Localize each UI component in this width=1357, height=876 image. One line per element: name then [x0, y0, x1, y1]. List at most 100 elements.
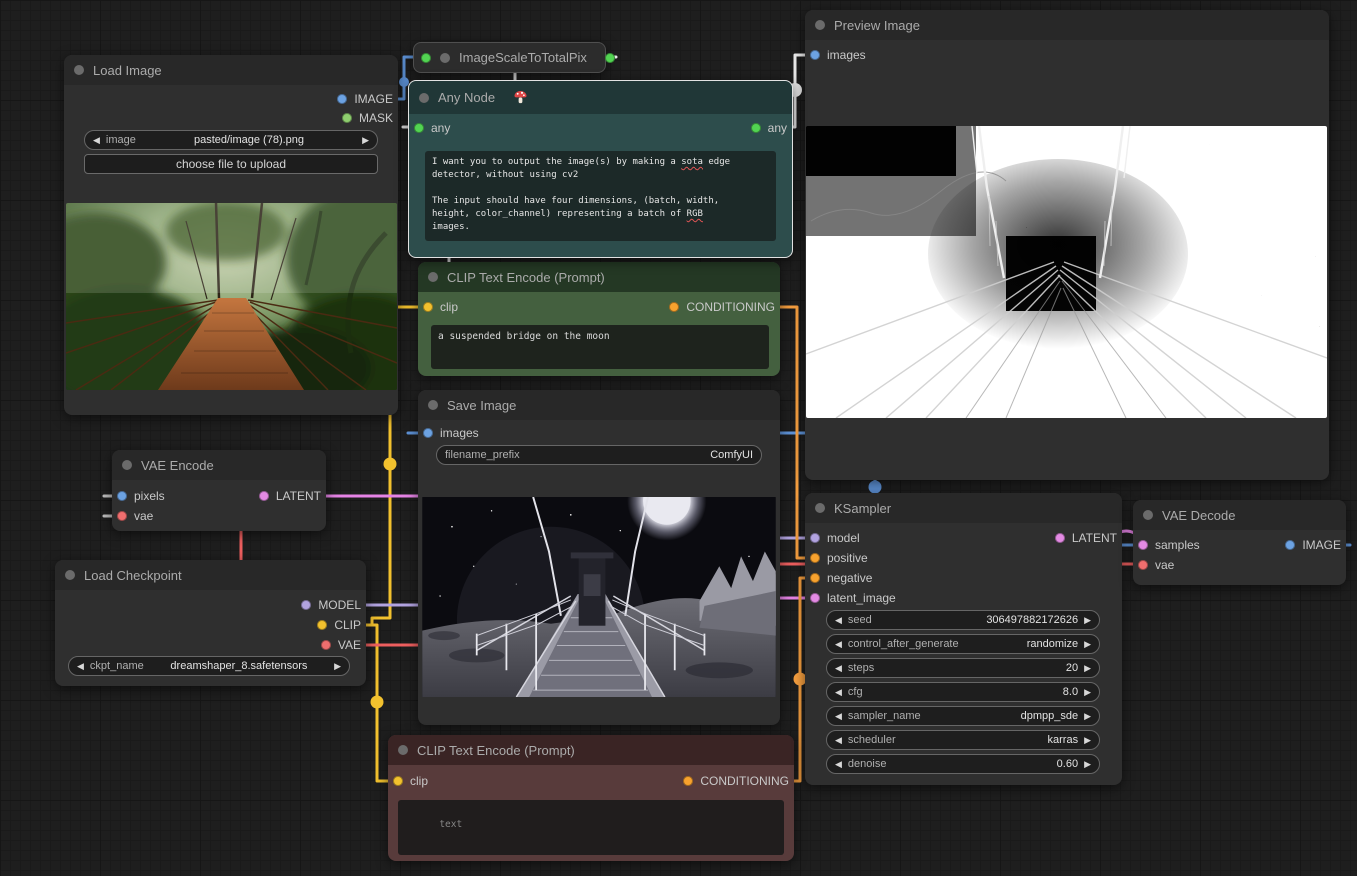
any-node-prompt-textarea[interactable]: I want you to output the image(s) by mak… — [425, 151, 776, 241]
next-arrow-icon[interactable]: ▶ — [1084, 616, 1091, 625]
collapse-dot-icon[interactable] — [65, 570, 75, 580]
collapse-dot-icon[interactable] — [428, 272, 438, 282]
prev-arrow-icon[interactable]: ◀ — [93, 136, 100, 145]
input-slot-images[interactable]: images — [423, 426, 479, 440]
node-vae-decode[interactable]: VAE Decode samples vae IMAGE — [1133, 500, 1346, 585]
output-slot-model[interactable]: MODEL — [301, 598, 361, 612]
output-slot-clip[interactable]: CLIP — [317, 618, 361, 632]
node-load-image[interactable]: Load Image IMAGE MASK ◀ image pasted/ima… — [64, 55, 398, 415]
node-preview-image[interactable]: Preview Image images — [805, 10, 1329, 480]
latent-slot-dot[interactable] — [1055, 533, 1065, 543]
next-arrow-icon[interactable]: ▶ — [334, 662, 341, 671]
preview-image-titlebar[interactable]: Preview Image — [805, 10, 1329, 40]
conditioning-slot-dot[interactable] — [669, 302, 679, 312]
control-after-generate-widget[interactable]: ◀ control_after_generate randomize ▶ — [826, 634, 1100, 654]
load-checkpoint-titlebar[interactable]: Load Checkpoint — [55, 560, 366, 590]
input-slot-vae[interactable]: vae — [117, 509, 153, 523]
ckpt-name-widget[interactable]: ◀ ckpt_name dreamshaper_8.safetensors ▶ — [68, 656, 350, 676]
positive-prompt-textarea[interactable]: a suspended bridge on the moon — [431, 325, 769, 369]
collapse-dot-icon[interactable] — [398, 745, 408, 755]
denoise-widget[interactable]: ◀ denoise 0.60 ▶ — [826, 754, 1100, 774]
node-image-scale-to-total-pix[interactable]: ImageScaleToTotalPix — [413, 42, 606, 73]
collapse-dot-icon[interactable] — [74, 65, 84, 75]
prev-arrow-icon[interactable]: ◀ — [835, 616, 842, 625]
input-slot-images[interactable]: images — [810, 48, 866, 62]
node-ksampler[interactable]: KSampler model positive negative latent_… — [805, 493, 1122, 785]
save-image-titlebar[interactable]: Save Image — [418, 390, 780, 420]
input-slot-clip[interactable]: clip — [423, 300, 458, 314]
vae-encode-titlebar[interactable]: VAE Encode — [112, 450, 326, 480]
prev-arrow-icon[interactable]: ◀ — [835, 688, 842, 697]
vae-slot-dot[interactable] — [117, 511, 127, 521]
next-arrow-icon[interactable]: ▶ — [1084, 640, 1091, 649]
collapse-dot-icon[interactable] — [122, 460, 132, 470]
any-slot-dot[interactable] — [414, 123, 424, 133]
any-slot-dot[interactable] — [751, 123, 761, 133]
input-slot-pixels[interactable]: pixels — [117, 489, 165, 503]
image-slot-dot[interactable] — [1285, 540, 1295, 550]
next-arrow-icon[interactable]: ▶ — [1084, 712, 1091, 721]
vae-slot-dot[interactable] — [321, 640, 331, 650]
input-slot-latent-image[interactable]: latent_image — [810, 591, 896, 605]
image-slot-dot[interactable] — [117, 491, 127, 501]
output-slot-image[interactable]: IMAGE — [1285, 538, 1341, 552]
output-slot-conditioning[interactable]: CONDITIONING — [669, 300, 775, 314]
ksampler-titlebar[interactable]: KSampler — [805, 493, 1122, 523]
prev-arrow-icon[interactable]: ◀ — [835, 640, 842, 649]
vae-slot-dot[interactable] — [1138, 560, 1148, 570]
image-slot-dot[interactable] — [337, 94, 347, 104]
latent-slot-dot[interactable] — [810, 593, 820, 603]
collapsed-input-dot[interactable] — [421, 53, 431, 63]
input-slot-model[interactable]: model — [810, 531, 860, 545]
output-slot-any[interactable]: any — [751, 121, 787, 135]
prev-arrow-icon[interactable]: ◀ — [835, 712, 842, 721]
output-slot-latent[interactable]: LATENT — [259, 489, 321, 503]
next-arrow-icon[interactable]: ▶ — [1084, 760, 1091, 769]
output-slot-conditioning[interactable]: CONDITIONING — [683, 774, 789, 788]
choose-file-button[interactable]: choose file to upload — [84, 154, 378, 174]
clip-slot-dot[interactable] — [423, 302, 433, 312]
steps-widget[interactable]: ◀ steps 20 ▶ — [826, 658, 1100, 678]
image-slot-dot[interactable] — [423, 428, 433, 438]
input-slot-positive[interactable]: positive — [810, 551, 868, 565]
any-node-titlebar[interactable]: Any Node 🍄 — [409, 81, 792, 114]
collapse-dot-icon[interactable] — [419, 93, 429, 103]
collapsed-output-dot[interactable] — [605, 53, 615, 63]
latent-slot-dot[interactable] — [1138, 540, 1148, 550]
input-slot-any[interactable]: any — [414, 121, 450, 135]
clip-negative-titlebar[interactable]: CLIP Text Encode (Prompt) — [388, 735, 794, 765]
node-clip-text-encode-positive[interactable]: CLIP Text Encode (Prompt) clip CONDITION… — [418, 262, 780, 376]
clip-positive-titlebar[interactable]: CLIP Text Encode (Prompt) — [418, 262, 780, 292]
output-slot-latent[interactable]: LATENT — [1055, 531, 1117, 545]
collapse-dot-icon[interactable] — [428, 400, 438, 410]
prev-arrow-icon[interactable]: ◀ — [835, 664, 842, 673]
input-slot-clip[interactable]: clip — [393, 774, 428, 788]
node-save-image[interactable]: Save Image images filename_prefix ComfyU… — [418, 390, 780, 725]
collapse-dot-icon[interactable] — [815, 20, 825, 30]
cfg-widget[interactable]: ◀ cfg 8.0 ▶ — [826, 682, 1100, 702]
input-slot-vae[interactable]: vae — [1138, 558, 1174, 572]
prev-arrow-icon[interactable]: ◀ — [77, 662, 84, 671]
seed-widget[interactable]: ◀ seed 306497882172626 ▶ — [826, 610, 1100, 630]
load-image-titlebar[interactable]: Load Image — [64, 55, 398, 85]
input-slot-samples[interactable]: samples — [1138, 538, 1200, 552]
clip-slot-dot[interactable] — [393, 776, 403, 786]
node-load-checkpoint[interactable]: Load Checkpoint MODEL CLIP VAE ◀ ckpt_na… — [55, 560, 366, 686]
prev-arrow-icon[interactable]: ◀ — [835, 760, 842, 769]
vae-decode-titlebar[interactable]: VAE Decode — [1133, 500, 1346, 530]
input-slot-negative[interactable]: negative — [810, 571, 872, 585]
output-slot-image[interactable]: IMAGE — [337, 92, 393, 106]
collapse-dot-icon[interactable] — [440, 53, 450, 63]
node-clip-text-encode-negative[interactable]: CLIP Text Encode (Prompt) clip CONDITION… — [388, 735, 794, 861]
clip-slot-dot[interactable] — [317, 620, 327, 630]
scheduler-widget[interactable]: ◀ scheduler karras ▶ — [826, 730, 1100, 750]
model-slot-dot[interactable] — [810, 533, 820, 543]
filename-prefix-widget[interactable]: filename_prefix ComfyUI — [436, 445, 762, 465]
latent-slot-dot[interactable] — [259, 491, 269, 501]
next-arrow-icon[interactable]: ▶ — [1084, 664, 1091, 673]
output-slot-mask[interactable]: MASK — [342, 111, 393, 125]
conditioning-slot-dot[interactable] — [810, 573, 820, 583]
image-slot-dot[interactable] — [810, 50, 820, 60]
node-graph-canvas[interactable]: Load Image IMAGE MASK ◀ image pasted/ima… — [0, 0, 1357, 876]
output-slot-vae[interactable]: VAE — [321, 638, 361, 652]
